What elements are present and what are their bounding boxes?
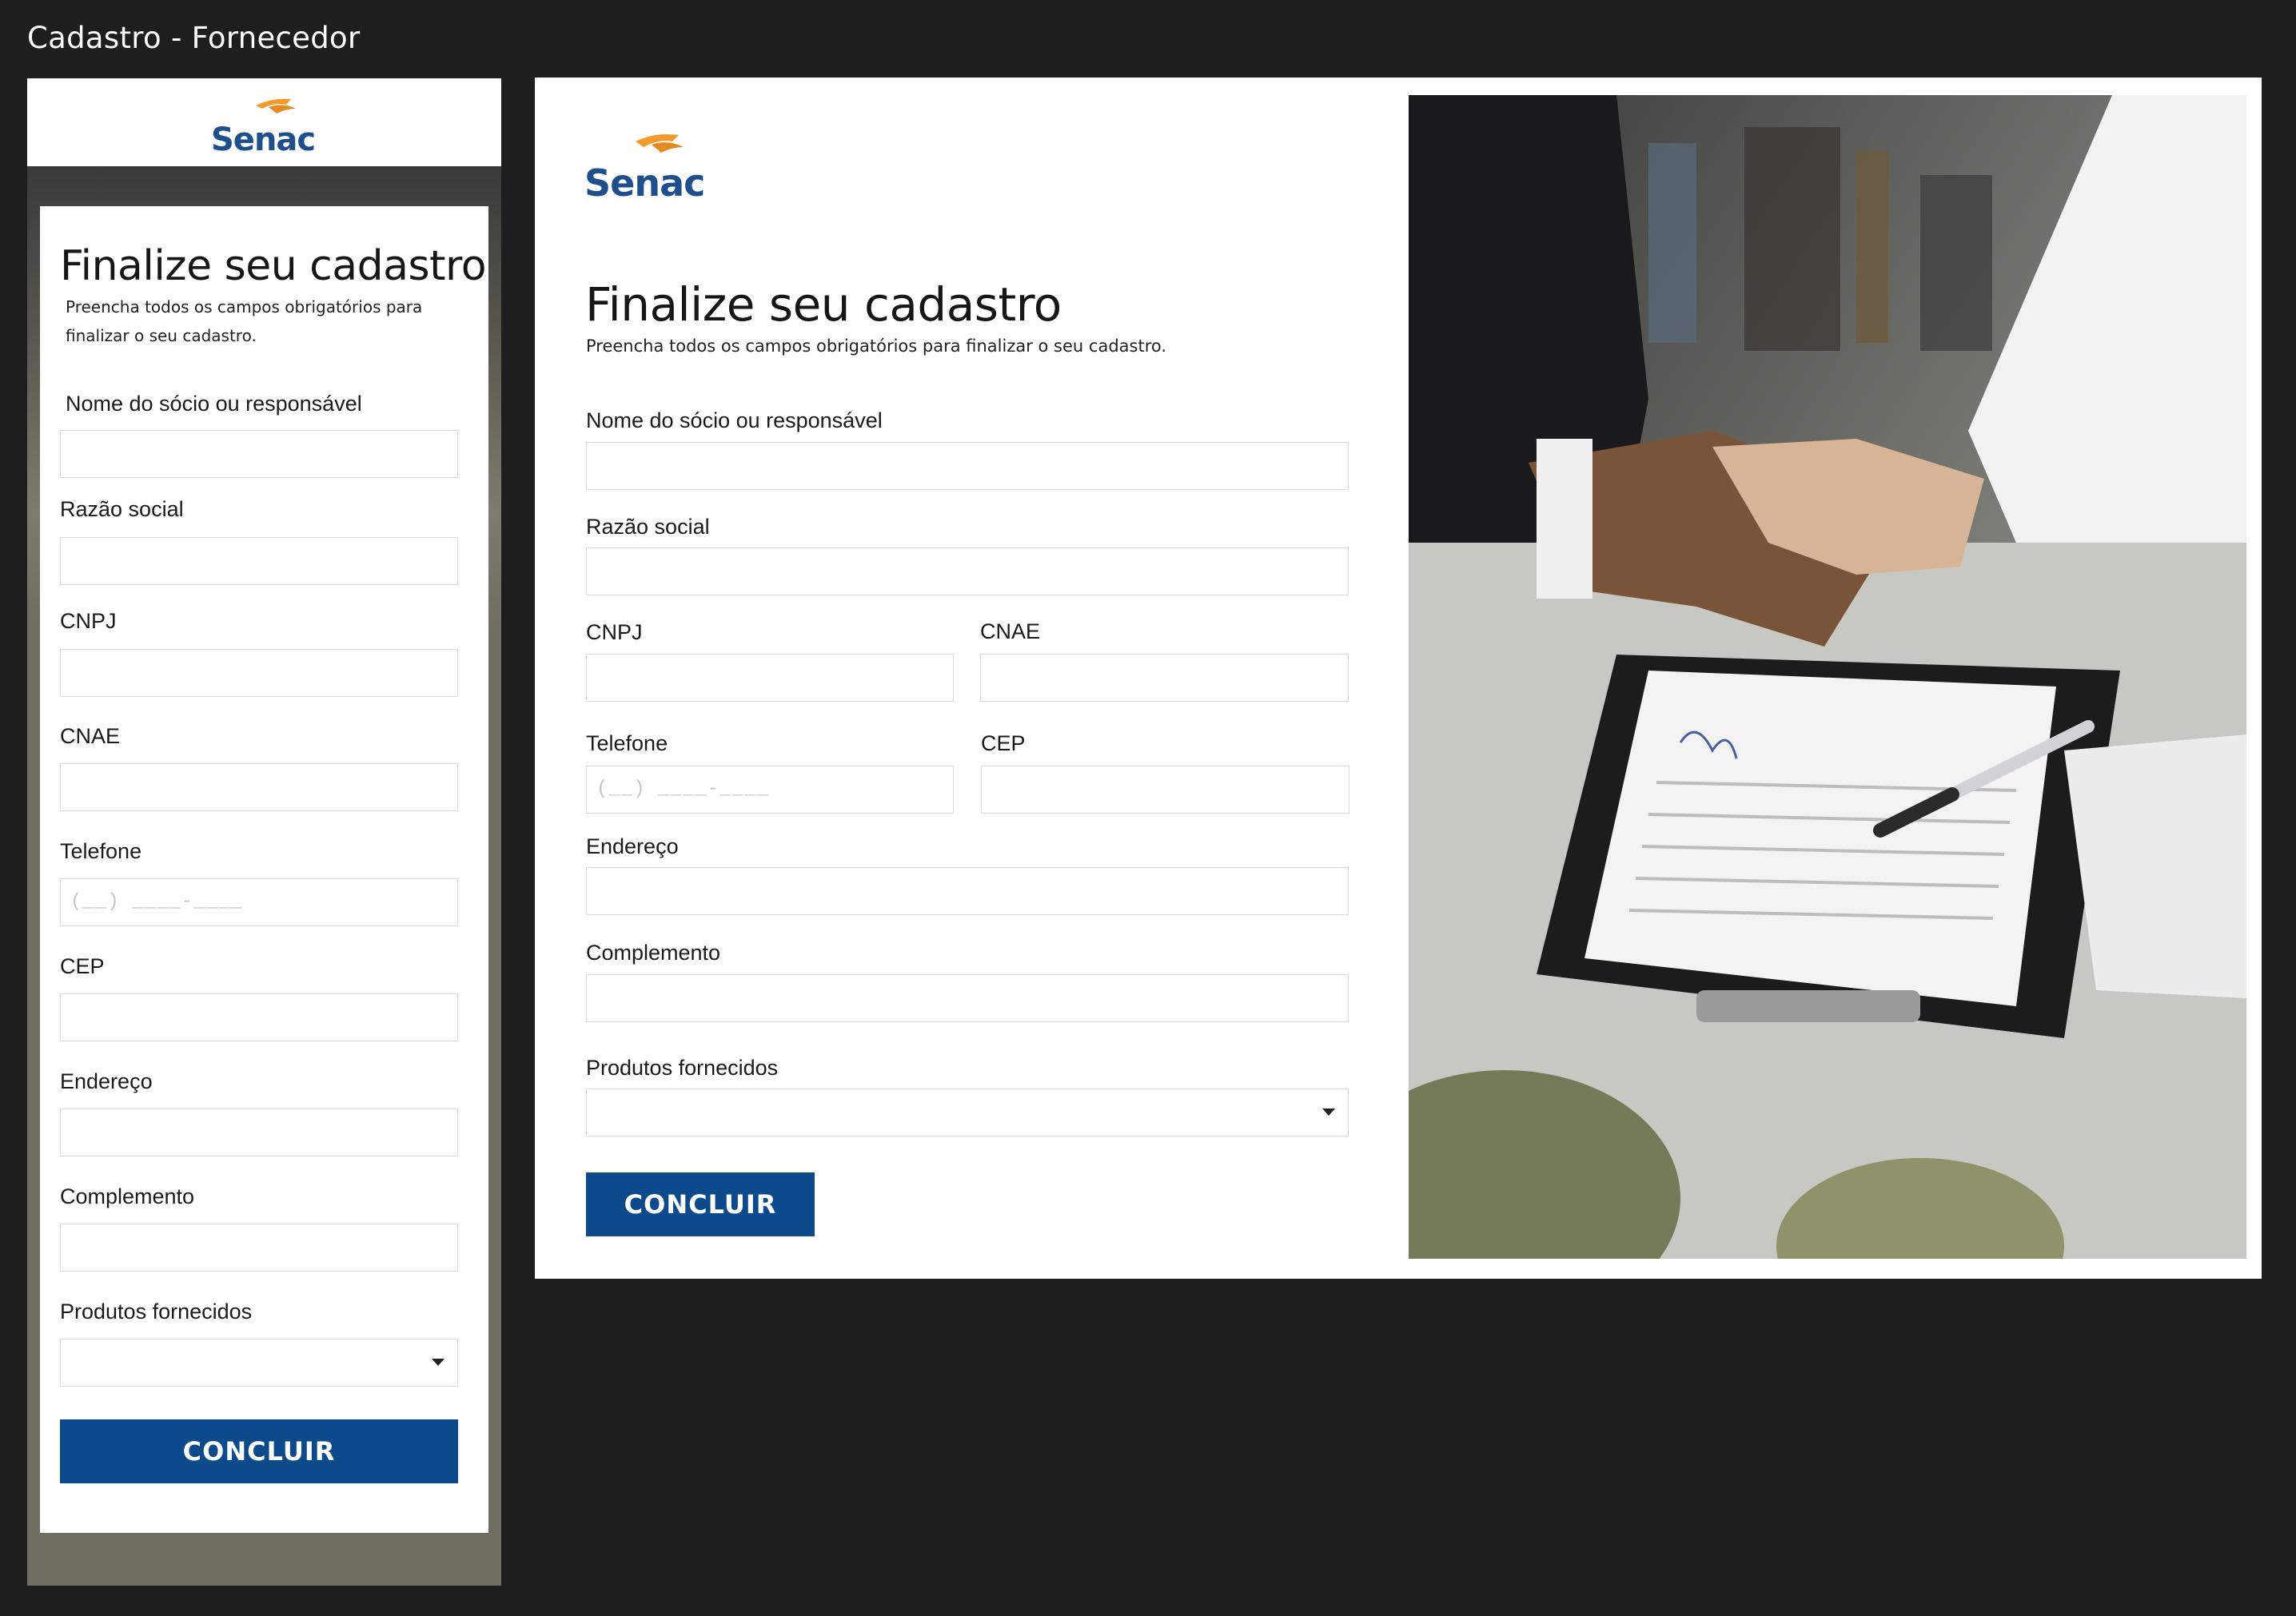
svg-text:Senac: Senac <box>584 161 704 202</box>
complemento-input[interactable] <box>60 1224 458 1272</box>
telefone-placeholder: (__) ____-____ <box>70 891 243 913</box>
label-produtos: Produtos fornecidos <box>586 1056 779 1080</box>
nome-input[interactable] <box>60 430 458 478</box>
cnae-input[interactable] <box>980 654 1349 702</box>
label-razao-social: Razão social <box>60 497 184 521</box>
label-cep: CEP <box>60 954 105 978</box>
cnpj-input[interactable] <box>60 649 458 697</box>
chevron-down-icon <box>1322 1109 1335 1116</box>
svg-text:Senac: Senac <box>211 121 315 157</box>
label-cnpj: CNPJ <box>60 609 117 633</box>
label-telefone: Telefone <box>60 839 142 863</box>
page-title: Finalize seu cadastro <box>585 277 1062 332</box>
telefone-input[interactable]: (__) ____-____ <box>60 878 458 926</box>
senac-logo: Senac <box>584 134 705 202</box>
label-cnpj: CNPJ <box>586 620 643 644</box>
telefone-placeholder: (__) ____-____ <box>596 778 769 800</box>
label-produtos: Produtos fornecidos <box>60 1300 253 1323</box>
label-complemento: Complemento <box>586 941 721 965</box>
mobile-frame: Senac Finalize seu cadastro Preencha tod… <box>27 78 501 1586</box>
label-cnae: CNAE <box>60 724 121 748</box>
page-subtitle: Preencha todos os campos obrigatórios pa… <box>586 336 1167 356</box>
page-subtitle: Preencha todos os campos obrigatórios pa… <box>66 297 423 345</box>
concluir-button[interactable]: CONCLUIR <box>586 1172 815 1236</box>
complemento-input[interactable] <box>586 974 1349 1022</box>
handshake-photo <box>1409 95 2246 1259</box>
label-razao-social: Razão social <box>586 515 710 539</box>
mobile-form-card: Finalize seu cadastro Preencha todos os … <box>40 206 488 1533</box>
senac-logo: Senac <box>211 98 316 157</box>
razao-social-input[interactable] <box>586 547 1349 595</box>
handshake-illustration <box>1409 95 2246 1259</box>
label-endereco: Endereço <box>586 834 679 858</box>
frame-title: Cadastro - Fornecedor <box>27 21 361 55</box>
nome-input[interactable] <box>586 442 1349 490</box>
razao-social-input[interactable] <box>60 537 458 585</box>
chevron-down-icon <box>432 1359 444 1366</box>
endereco-input[interactable] <box>60 1109 458 1156</box>
cep-input[interactable] <box>60 993 458 1041</box>
desktop-frame: Senac Finalize seu cadastro Preencha tod… <box>535 78 2262 1279</box>
page-title: Finalize seu cadastro <box>60 242 487 290</box>
label-cnae: CNAE <box>980 619 1041 643</box>
endereco-input[interactable] <box>586 867 1349 915</box>
mobile-header: Senac <box>27 78 501 166</box>
concluir-button[interactable]: CONCLUIR <box>60 1419 458 1483</box>
label-telefone: Telefone <box>586 731 668 755</box>
telefone-input[interactable]: (__) ____-____ <box>586 766 954 814</box>
label-nome: Nome do sócio ou responsável <box>586 408 883 432</box>
cnpj-input[interactable] <box>586 654 954 702</box>
label-cep: CEP <box>981 731 1026 755</box>
label-nome: Nome do sócio ou responsável <box>66 392 362 416</box>
cep-input[interactable] <box>981 766 1349 814</box>
label-complemento: Complemento <box>60 1184 195 1208</box>
cnae-input[interactable] <box>60 763 458 811</box>
produtos-select[interactable] <box>60 1339 458 1387</box>
label-endereco: Endereço <box>60 1069 153 1093</box>
produtos-select[interactable] <box>586 1089 1349 1136</box>
